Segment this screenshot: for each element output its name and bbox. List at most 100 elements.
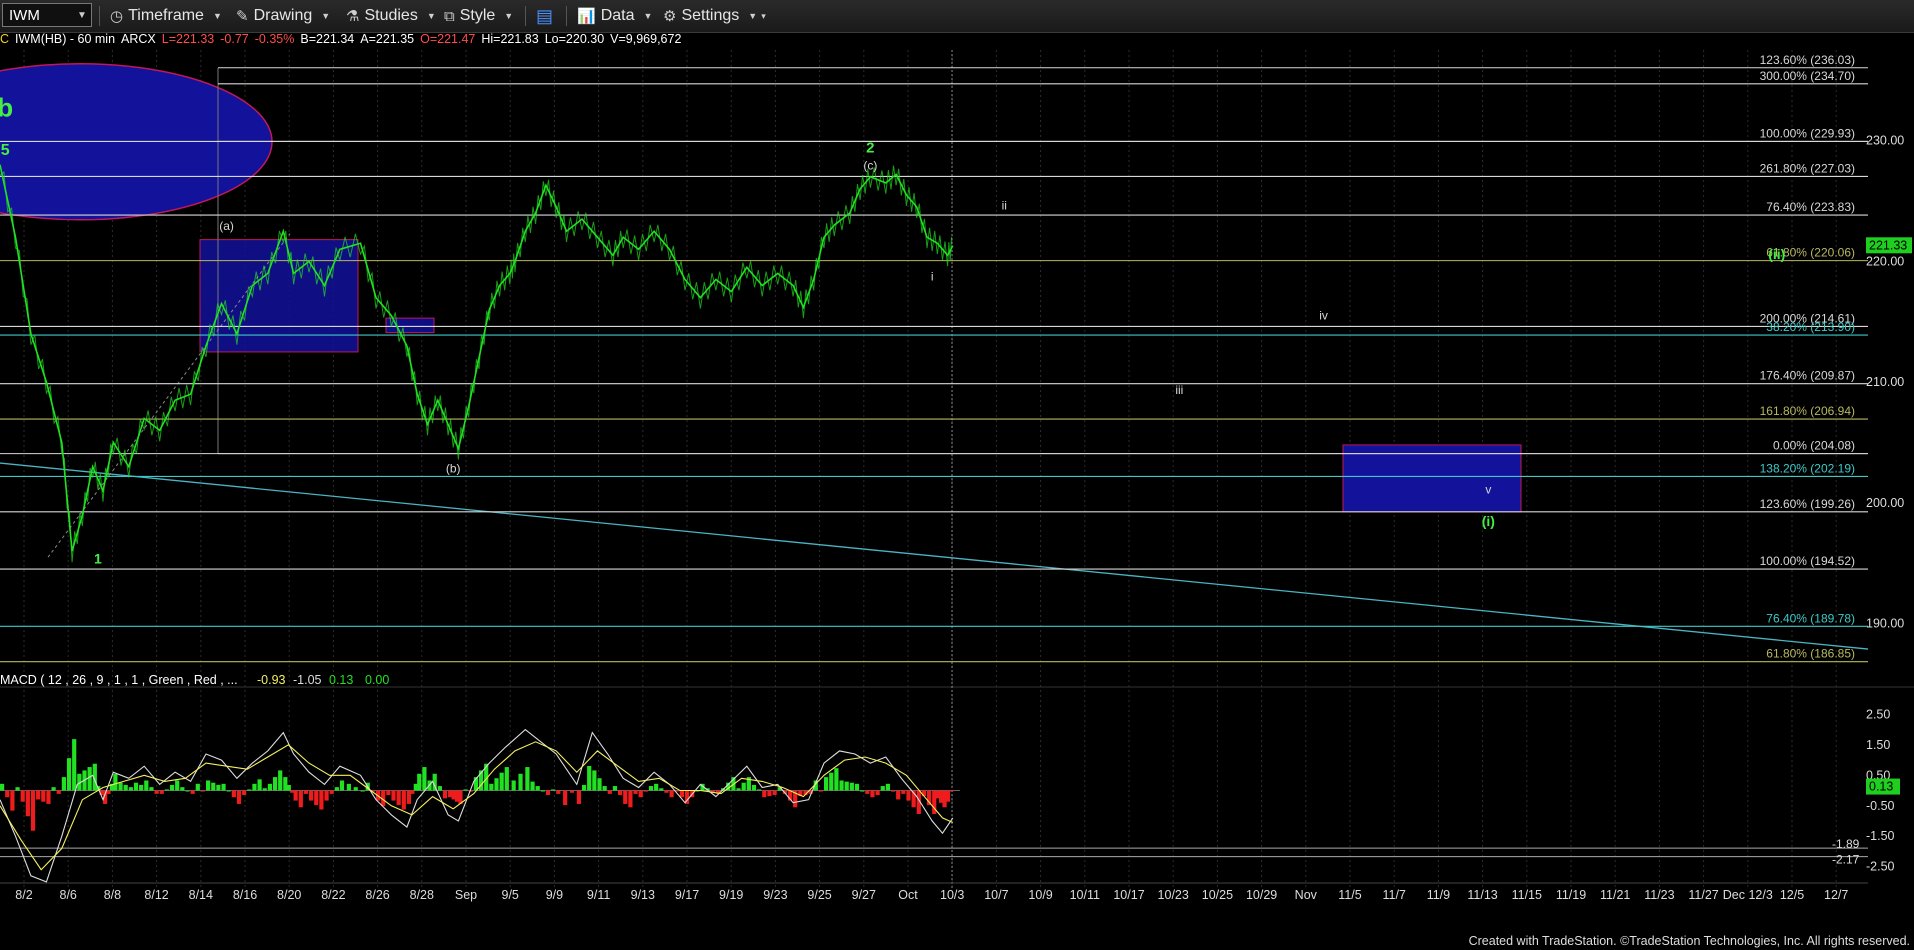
macd-histogram-bar (762, 790, 767, 798)
macd-histogram-bar (633, 790, 638, 794)
time-tick-label: 10/7 (984, 888, 1008, 902)
macd-tick-label: -1.50 (1866, 829, 1895, 843)
macd-histogram-bar (319, 790, 324, 810)
macd-histogram-bar (551, 789, 556, 791)
fib-level-label: 76.40% (223.83) (1766, 200, 1855, 214)
price-chart[interactable]: 123.60% (236.03) 300.00% (234.70) 100.00% … (0, 50, 1914, 930)
macd-histogram-bar (499, 772, 504, 791)
macd-histogram-bar (880, 786, 885, 791)
macd-histogram-bar (25, 790, 30, 817)
studies-menu[interactable]: ⚗ Studies ▼ (346, 5, 436, 27)
toolbar: IWM ▼ ◷ Timeframe ▼ ✎ Drawing ▼ ⚗ Studie… (0, 0, 1914, 33)
time-tick-label: 11/7 (1382, 888, 1405, 902)
macd-histogram-bar (200, 790, 206, 792)
fib-level-label: 138.20% (202.19) (1760, 461, 1855, 475)
macd-histogram-bar (860, 790, 865, 792)
macd-histogram-bar (309, 790, 314, 801)
macd-histogram-bar (949, 790, 954, 792)
macd-histogram-bar (906, 790, 911, 801)
macd-histogram-bar (190, 790, 195, 794)
style-icon: ⧉ (444, 7, 455, 25)
macd-histogram-bar (751, 784, 757, 791)
macd-histogram-bar (581, 784, 587, 791)
macd-histogram-bar (329, 790, 334, 794)
time-tick-label: 10/29 (1246, 888, 1277, 902)
timeframe-menu[interactable]: ◷ Timeframe ▼ (110, 5, 222, 27)
macd-histogram-bar (494, 778, 499, 791)
macd-histogram-bar (293, 790, 298, 801)
macd-value: -0.93 (257, 673, 286, 687)
drawing-menu[interactable]: ✎ Drawing ▼ (236, 5, 330, 27)
time-tick-label: 11/23 (1644, 888, 1674, 902)
last-price-label: 221.33 (1869, 238, 1907, 252)
macd-histogram-bar (226, 790, 231, 792)
macd-histogram-bar (72, 739, 77, 791)
macd-signal-line (0, 741, 954, 871)
settings-menu[interactable]: ⚙ Settings ▼ ▾ (663, 5, 766, 27)
high-price: Hi=221.83 (481, 32, 539, 46)
macd-histogram-bar (849, 782, 854, 791)
net-change: -0.77 (220, 32, 249, 46)
macd-histogram-bar (612, 786, 618, 791)
fib-level-label: 123.60% (199.26) (1760, 497, 1855, 511)
fib-level-label: 61.80% (186.85) (1766, 647, 1855, 661)
macd-histogram-bar (437, 786, 442, 791)
target-box (1342, 444, 1522, 513)
macd-histogram-bar (518, 773, 523, 791)
wave-label: (c) (863, 159, 877, 173)
price-axis: 190.00 200.00 210.00 220.00 230.00 221.33 (1866, 134, 1912, 631)
macd-histogram-bar (576, 790, 581, 804)
time-tick-label: 12/5 (1780, 888, 1804, 902)
layout-button[interactable]: ▤ (536, 5, 558, 27)
pencil-icon: ✎ (236, 8, 249, 25)
time-tick-label: 12/7 (1824, 888, 1848, 902)
chevron-down-icon: ▼ (643, 11, 653, 21)
chevron-down-icon: ▼ (504, 11, 514, 21)
price-line (0, 164, 954, 552)
time-tick-label: Dec 12/3 (1723, 888, 1773, 902)
macd-tick-label: 1.50 (1866, 738, 1890, 752)
chevron-down-icon[interactable]: ▼ (73, 10, 91, 21)
prefix-label: C (0, 32, 10, 46)
macd-histogram-bar (945, 790, 951, 802)
fib-level-label: 0.00% (204.08) (1773, 439, 1855, 453)
macd-last-label: 0.13 (1869, 780, 1893, 794)
price-line-detail (0, 165, 952, 563)
macd-histogram-bar (242, 790, 247, 795)
macd-histogram-bar (30, 790, 36, 831)
macd-histogram-bar (602, 786, 607, 791)
time-tick-label: 9/27 (852, 888, 876, 902)
wave-label: 1 (94, 550, 102, 566)
macd-histogram-bar (422, 767, 427, 791)
macd-histogram-bar (654, 783, 659, 791)
macd-extra-label: -1.89 (1832, 837, 1860, 851)
macd-histogram-bar (262, 788, 267, 791)
style-menu[interactable]: ⧉ Style ▼ (444, 5, 513, 27)
macd-histogram-bar (61, 777, 66, 791)
time-tick-label: 9/13 (631, 888, 655, 902)
fib-level-label: 38.20% (213.90) (1766, 320, 1855, 334)
macd-histogram-bar (854, 783, 860, 791)
macd-histogram-bar (623, 790, 628, 804)
macd-histogram-bar (563, 790, 568, 806)
macd-histogram-bar (391, 790, 396, 801)
drawing-label: Drawing (253, 7, 313, 24)
macd-histogram-bar (20, 790, 25, 802)
wave-label: i (931, 270, 934, 284)
bid-price: B=221.34 (300, 32, 355, 46)
macd-histogram-bar (164, 789, 169, 791)
macd-value: 0.00 (365, 673, 389, 687)
time-tick-label: 8/20 (277, 888, 301, 902)
time-tick-label: 11/9 (1427, 888, 1450, 902)
wave-label: iii (1175, 383, 1183, 397)
macd-histogram-bar (679, 790, 684, 798)
macd-histogram-bar (741, 782, 746, 791)
chevron-down-icon: ▾ (761, 10, 766, 21)
time-tick-label: 8/6 (60, 888, 77, 902)
price-tick-label: 190.00 (1866, 617, 1904, 631)
macd-histogram-bar (556, 790, 561, 794)
symbol-input[interactable]: IWM ▼ (2, 3, 92, 27)
macd-histogram-bar (386, 790, 391, 795)
data-menu[interactable]: 📊 Data ▼ (577, 5, 652, 27)
price-tick-label: 220.00 (1866, 254, 1904, 268)
